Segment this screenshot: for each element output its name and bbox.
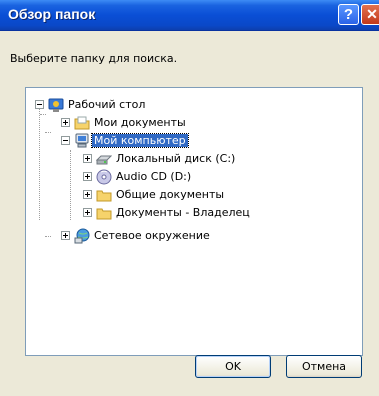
cancel-button[interactable]: Отмена	[286, 355, 362, 378]
expand-toggle[interactable]	[83, 190, 92, 199]
tree-item-my-documents[interactable]: Мои документы	[26, 114, 362, 132]
instruction-text: Выберите папку для поиска.	[10, 52, 178, 65]
tree-item-shared-documents[interactable]: Общие документы	[26, 186, 362, 204]
tree-item-label: Локальный диск (C:)	[116, 152, 236, 165]
collapse-toggle[interactable]	[35, 100, 44, 109]
tree-item-label: Мой компьютер	[91, 133, 189, 148]
tree-item-label: Audio CD (D:)	[116, 170, 192, 183]
tree-item-owner-documents[interactable]: Документы - Владелец	[26, 204, 362, 222]
folder-icon	[96, 205, 112, 221]
tree-item-desktop[interactable]: Рабочий стол	[26, 96, 362, 114]
hard-drive-icon	[95, 151, 113, 167]
expand-toggle[interactable]	[83, 208, 92, 217]
title-bar[interactable]: Обзор папок ? ✕	[0, 0, 379, 31]
folder-tree[interactable]: Рабочий стол Мои документы Мой компьютер…	[25, 87, 363, 356]
tree-item-label: Рабочий стол	[68, 98, 146, 111]
expand-toggle[interactable]	[83, 154, 92, 163]
tree-item-audio-cd-d[interactable]: Audio CD (D:)	[26, 168, 362, 186]
tree-item-label: Сетевое окружение	[94, 229, 210, 242]
dialog-title: Обзор папок	[8, 6, 96, 22]
browse-folders-dialog: Обзор папок ? ✕ Выберите папку для поиск…	[0, 0, 379, 396]
folder-icon	[96, 187, 112, 203]
help-button[interactable]: ?	[338, 4, 359, 25]
tree-item-label: Документы - Владелец	[116, 206, 250, 219]
network-icon	[74, 228, 90, 244]
tree-item-network[interactable]: Сетевое окружение	[26, 227, 362, 245]
tree-item-label: Мои документы	[94, 116, 186, 129]
my-documents-icon	[74, 115, 90, 131]
tree-item-local-disk-c[interactable]: Локальный диск (C:)	[26, 150, 362, 168]
cd-drive-icon	[96, 169, 112, 185]
close-button[interactable]: ✕	[361, 4, 379, 25]
tree-item-label: Общие документы	[116, 188, 225, 201]
collapse-toggle[interactable]	[61, 136, 70, 145]
desktop-icon	[48, 97, 64, 113]
expand-toggle[interactable]	[83, 172, 92, 181]
expand-toggle[interactable]	[61, 231, 70, 240]
expand-toggle[interactable]	[61, 118, 70, 127]
tree-item-my-computer[interactable]: Мой компьютер	[26, 132, 362, 150]
my-computer-icon	[74, 133, 90, 149]
ok-button[interactable]: OK	[195, 355, 271, 378]
